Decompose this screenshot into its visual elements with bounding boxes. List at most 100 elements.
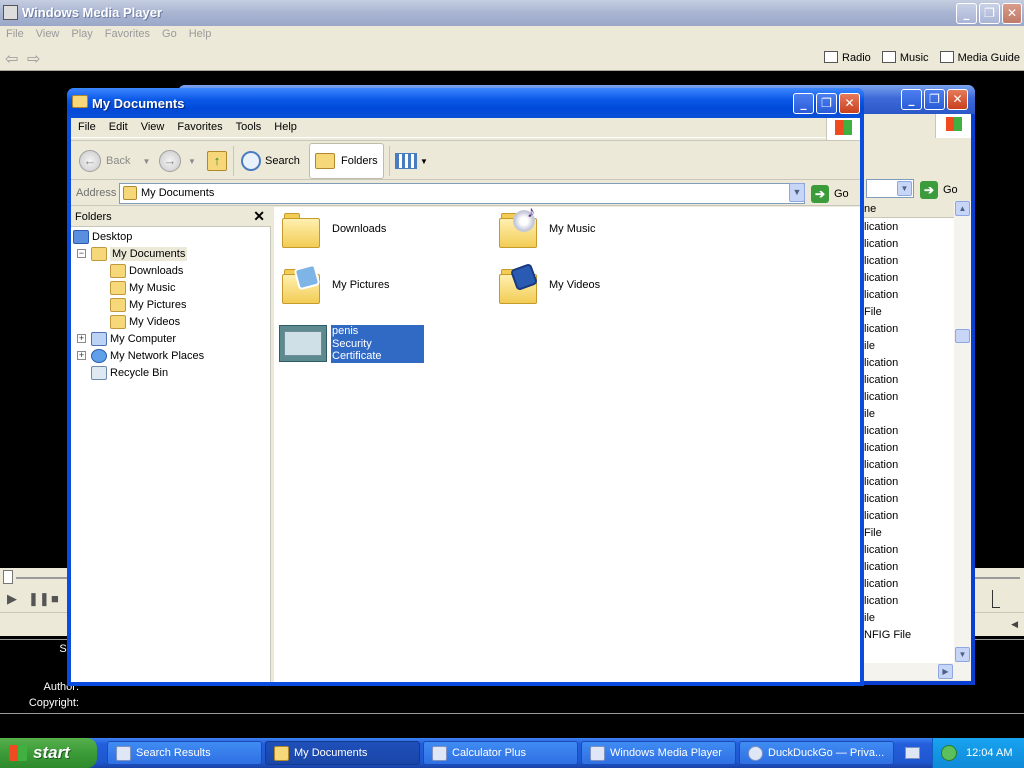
tree-item-my-network-places[interactable]: My Network Places [91,347,204,364]
menu-help[interactable]: Help [267,118,303,133]
search-result-row[interactable]: lication [864,255,954,272]
wmp-seek-thumb[interactable] [3,570,13,584]
tree-item-recycle-bin[interactable]: Recycle Bin [91,364,168,381]
scroll-down-icon[interactable]: ▼ [955,647,970,662]
search-result-row[interactable]: lication [864,578,954,595]
search-result-row[interactable]: ile [864,408,954,425]
close-folders-pane-icon[interactable]: ✕ [253,208,265,225]
wmp-volume-slider[interactable] [992,590,1000,608]
back-button[interactable]: ← Back ▼ [79,144,150,178]
views-dropdown-icon[interactable]: ▼ [420,157,428,166]
search-result-row[interactable]: File [864,527,954,544]
keyboard-icon[interactable] [905,747,920,759]
search-result-row[interactable]: lication [864,391,954,408]
search-result-row[interactable]: lication [864,595,954,612]
wmp-menu-file[interactable]: File [0,26,30,40]
item-downloads[interactable]: Downloads [282,210,386,248]
search-close-button[interactable]: ✕ [947,89,968,110]
search-result-row[interactable]: lication [864,493,954,510]
item-my-music[interactable]: ♪ My Music [499,204,595,248]
search-result-row[interactable]: lication [864,476,954,493]
scroll-right-icon[interactable]: ▶ [938,664,953,679]
tree-item-my-computer[interactable]: My Computer [91,330,176,347]
search-result-row[interactable]: lication [864,442,954,459]
item-my-videos[interactable]: My Videos [499,262,600,304]
search-result-row[interactable]: ile [864,612,954,629]
wmp-minimize-button[interactable]: _ [956,3,977,24]
search-result-row[interactable]: lication [864,544,954,561]
start-button[interactable]: start [0,738,97,768]
task-calculator-plus[interactable]: Calculator Plus [423,741,578,765]
expand-network-places-icon[interactable]: + [77,351,86,360]
search-horizontal-scrollbar[interactable]: ▶ [864,663,971,680]
wmp-titlebar[interactable]: Windows Media Player _ ❐ ✕ [0,0,1024,26]
wmp-forward-arrow-icon[interactable]: ⇨ [27,49,40,69]
task-duckduckgo[interactable]: DuckDuckGo — Priva... [739,741,894,765]
search-result-row[interactable]: lication [864,323,954,340]
tree-item-my-music[interactable]: My Music [110,279,175,296]
tree-item-my-documents[interactable]: My Documents [91,245,188,262]
search-result-row[interactable]: lication [864,459,954,476]
wmp-maximize-button[interactable]: ❐ [979,3,1000,24]
views-button[interactable]: ▼ [395,144,428,178]
up-folder-button[interactable]: ↑ [207,144,227,178]
menu-tools[interactable]: Tools [229,118,268,133]
wmp-status-arrow-icon[interactable]: ◀ [1011,619,1018,630]
search-result-row[interactable]: lication [864,425,954,442]
item-my-pictures[interactable]: My Pictures [282,263,389,304]
tree-item-downloads[interactable]: Downloads [110,262,183,279]
task-search-results[interactable]: Search Results [107,741,262,765]
go-button[interactable]: ➔ Go [811,185,849,203]
menu-view[interactable]: View [134,118,171,133]
tray-app-icon[interactable] [941,745,957,761]
wmp-nav-radio[interactable]: Radio [824,51,871,64]
menu-favorites[interactable]: Favorites [170,118,228,133]
search-button[interactable]: Search [241,144,300,178]
search-vertical-scrollbar[interactable]: ▲ ▼ [954,201,971,663]
forward-button[interactable]: → ▼ [159,144,196,178]
play-icon[interactable]: ▶ [7,591,17,607]
search-result-row[interactable]: lication [864,374,954,391]
task-windows-media-player[interactable]: Windows Media Player [581,741,736,765]
scroll-up-icon[interactable]: ▲ [955,201,970,216]
address-input[interactable]: My Documents [119,183,805,204]
wmp-close-button[interactable]: ✕ [1002,3,1022,24]
search-result-row[interactable]: lication [864,221,954,238]
my-documents-titlebar[interactable]: My Documents _ ❐ ✕ [67,88,864,118]
minimize-button[interactable]: _ [793,93,814,114]
search-go-button[interactable]: ➔ Go [920,181,958,199]
menu-file[interactable]: File [71,118,102,133]
pause-icon[interactable]: ❚❚ [28,591,50,607]
wmp-nav-media-guide[interactable]: Media Guide [939,51,1020,64]
search-result-row[interactable]: lication [864,238,954,255]
back-dropdown-icon[interactable]: ▼ [142,157,150,166]
search-address-dropdown-icon[interactable]: ▼ [897,181,912,196]
forward-dropdown-icon[interactable]: ▼ [188,157,196,166]
tree-item-my-pictures[interactable]: My Pictures [110,296,186,313]
stop-icon[interactable]: ■ [51,591,59,606]
search-result-row[interactable]: File [864,306,954,323]
expand-my-computer-icon[interactable]: + [77,334,86,343]
wmp-menu-favorites[interactable]: Favorites [99,26,156,40]
search-result-row[interactable]: lication [864,561,954,578]
search-address-combo[interactable]: ▼ [866,179,914,198]
wmp-nav-music[interactable]: Music [881,51,929,64]
collapse-my-documents-icon[interactable]: − [77,249,86,258]
search-column-header[interactable]: ne [864,201,954,218]
search-result-row[interactable]: lication [864,357,954,374]
tree-item-my-videos[interactable]: My Videos [110,313,180,330]
search-result-row[interactable]: NFIG File [864,629,954,646]
wmp-menu-go[interactable]: Go [156,26,183,40]
close-button[interactable]: ✕ [839,93,860,114]
search-result-row[interactable]: ile [864,340,954,357]
search-result-row[interactable]: lication [864,510,954,527]
wmp-menu-help[interactable]: Help [183,26,218,40]
search-result-row[interactable]: lication [864,289,954,306]
clock[interactable]: 12:04 AM [966,747,1012,759]
search-result-row[interactable]: lication [864,272,954,289]
wmp-back-arrow-icon[interactable]: ⇦ [5,49,18,69]
maximize-button[interactable]: ❐ [816,93,837,114]
tree-item-desktop[interactable]: Desktop [73,228,132,245]
search-maximize-button[interactable]: ❐ [924,89,945,110]
task-my-documents[interactable]: My Documents [265,741,420,765]
